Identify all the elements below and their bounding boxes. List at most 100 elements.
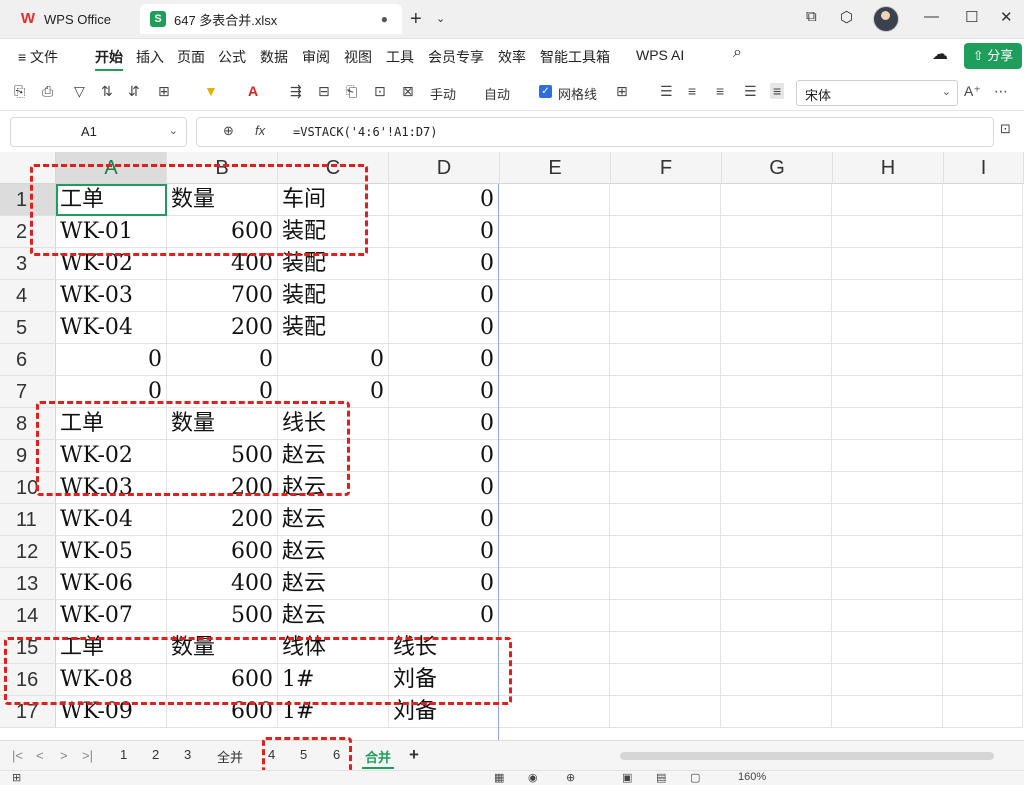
cell-d1[interactable]: 0 [389, 184, 499, 216]
menu-home[interactable]: 开始 [95, 47, 123, 67]
cell-i13[interactable] [943, 568, 1023, 600]
cell-i1[interactable] [943, 184, 1023, 216]
cell-c12[interactable]: 赵云 [278, 536, 389, 568]
align-right-icon[interactable]: ☰ [744, 83, 757, 100]
menu-member[interactable]: 会员专享 [428, 47, 484, 67]
column-header-i[interactable]: I [944, 152, 1024, 184]
cell-h15[interactable] [832, 632, 943, 664]
cell-d11[interactable]: 0 [389, 504, 499, 536]
restore-tabs-icon[interactable]: ⧉ [806, 8, 817, 25]
cell-f6[interactable] [610, 344, 721, 376]
expand-formula-icon[interactable]: ⊡ [1000, 121, 1011, 137]
cell-d13[interactable]: 0 [389, 568, 499, 600]
cell-d3[interactable]: 0 [389, 248, 499, 280]
more-icon[interactable]: ⋯ [994, 83, 1008, 100]
row-header-12[interactable]: 12 [0, 536, 56, 568]
menu-page[interactable]: 页面 [177, 47, 205, 67]
freeze-icon[interactable]: ⊠ [402, 83, 414, 100]
search-icon[interactable]: ⌕ [733, 44, 742, 62]
cell-b13[interactable]: 400 [167, 568, 278, 600]
cell-a6[interactable]: 0 [56, 344, 167, 376]
menu-view[interactable]: 视图 [344, 47, 372, 67]
cell-c10[interactable]: 赵云 [278, 472, 389, 504]
cell-a4[interactable]: WK-03 [56, 280, 167, 312]
cell-e2[interactable] [499, 216, 610, 248]
column-header-a[interactable]: A [56, 152, 167, 184]
cell-g12[interactable] [721, 536, 832, 568]
cell-b1[interactable]: 数量 [167, 184, 278, 216]
cell-b14[interactable]: 500 [167, 600, 278, 632]
cell-b7[interactable]: 0 [167, 376, 278, 408]
insert-icon[interactable]: ⎗ [346, 83, 357, 100]
cell-c8[interactable]: 线长 [278, 408, 389, 440]
cell-e16[interactable] [499, 664, 610, 696]
row-header-17[interactable]: 17 [0, 696, 56, 728]
cell-a10[interactable]: WK-03 [56, 472, 167, 504]
cell-e12[interactable] [499, 536, 610, 568]
cell-g11[interactable] [721, 504, 832, 536]
cell-f1[interactable] [610, 184, 721, 216]
align-justify-icon[interactable]: ≡ [688, 83, 696, 99]
cell-b17[interactable]: 600 [167, 696, 278, 728]
cell-a16[interactable]: WK-08 [56, 664, 167, 696]
cell-f11[interactable] [610, 504, 721, 536]
cell-i11[interactable] [943, 504, 1023, 536]
cell-i8[interactable] [943, 408, 1023, 440]
cell-h10[interactable] [832, 472, 943, 504]
cell-h11[interactable] [832, 504, 943, 536]
sort-desc-icon[interactable]: ⇵ [128, 83, 140, 100]
cell-i15[interactable] [943, 632, 1023, 664]
cell-a2[interactable]: WK-01 [56, 216, 167, 248]
first-sheet-icon[interactable]: |< [12, 748, 23, 763]
cell-b15[interactable]: 数量 [167, 632, 278, 664]
cell-c15[interactable]: 线体 [278, 632, 389, 664]
cell-c3[interactable]: 装配 [278, 248, 389, 280]
menu-wps-ai[interactable]: WPS AI [636, 47, 684, 63]
cell-g3[interactable] [721, 248, 832, 280]
cell-c1[interactable]: 车间 [278, 184, 389, 216]
cell-d17[interactable]: 刘备 [389, 696, 499, 728]
cell-b4[interactable]: 700 [167, 280, 278, 312]
share-button[interactable]: ⇧ 分享 [964, 43, 1022, 69]
cell-f3[interactable] [610, 248, 721, 280]
cell-h1[interactable] [832, 184, 943, 216]
cell-e17[interactable] [499, 696, 610, 728]
cell-f10[interactable] [610, 472, 721, 504]
cell-a12[interactable]: WK-05 [56, 536, 167, 568]
cell-h9[interactable] [832, 440, 943, 472]
sheet-tab-5[interactable]: 5 [300, 747, 307, 762]
manual-button[interactable]: 手动 [430, 84, 456, 103]
cell-h6[interactable] [832, 344, 943, 376]
cell-c14[interactable]: 赵云 [278, 600, 389, 632]
cell-a1[interactable]: 工单 [56, 184, 167, 216]
cell-g7[interactable] [721, 376, 832, 408]
format-painter-icon[interactable]: ⎙ [42, 83, 53, 100]
cell-d2[interactable]: 0 [389, 216, 499, 248]
cell-a11[interactable]: WK-04 [56, 504, 167, 536]
last-sheet-icon[interactable]: >| [82, 748, 93, 763]
cell-h4[interactable] [832, 280, 943, 312]
horizontal-scrollbar[interactable] [620, 752, 994, 760]
cell-a5[interactable]: WK-04 [56, 312, 167, 344]
worksheet-grid[interactable]: ABCDEFGHI 1 工单 数量 车间 0 2 WK-01 600 装配 0 3 WK-02 400 装… [0, 152, 1024, 740]
menu-insert[interactable]: 插入 [136, 47, 164, 67]
cube-icon[interactable]: ⬡ [840, 8, 853, 26]
cell-g17[interactable] [721, 696, 832, 728]
cell-h12[interactable] [832, 536, 943, 568]
page-layout-icon[interactable]: ▤ [656, 771, 666, 784]
column-header-e[interactable]: E [500, 152, 611, 184]
menu-data[interactable]: 数据 [260, 47, 288, 67]
cell-h13[interactable] [832, 568, 943, 600]
wrap-text-icon[interactable]: ⇶ [290, 83, 302, 100]
cell-i16[interactable] [943, 664, 1023, 696]
cell-f8[interactable] [610, 408, 721, 440]
cell-f7[interactable] [610, 376, 721, 408]
cell-i3[interactable] [943, 248, 1023, 280]
cell-e7[interactable] [499, 376, 610, 408]
cell-d6[interactable]: 0 [389, 344, 499, 376]
column-header-b[interactable]: B [167, 152, 278, 184]
formula-input[interactable]: ⊕ fx =VSTACK('4:6'!A1:D7) [196, 117, 994, 147]
cell-e10[interactable] [499, 472, 610, 504]
prev-sheet-icon[interactable]: < [36, 748, 44, 763]
sheet-tab-6[interactable]: 6 [333, 747, 340, 762]
